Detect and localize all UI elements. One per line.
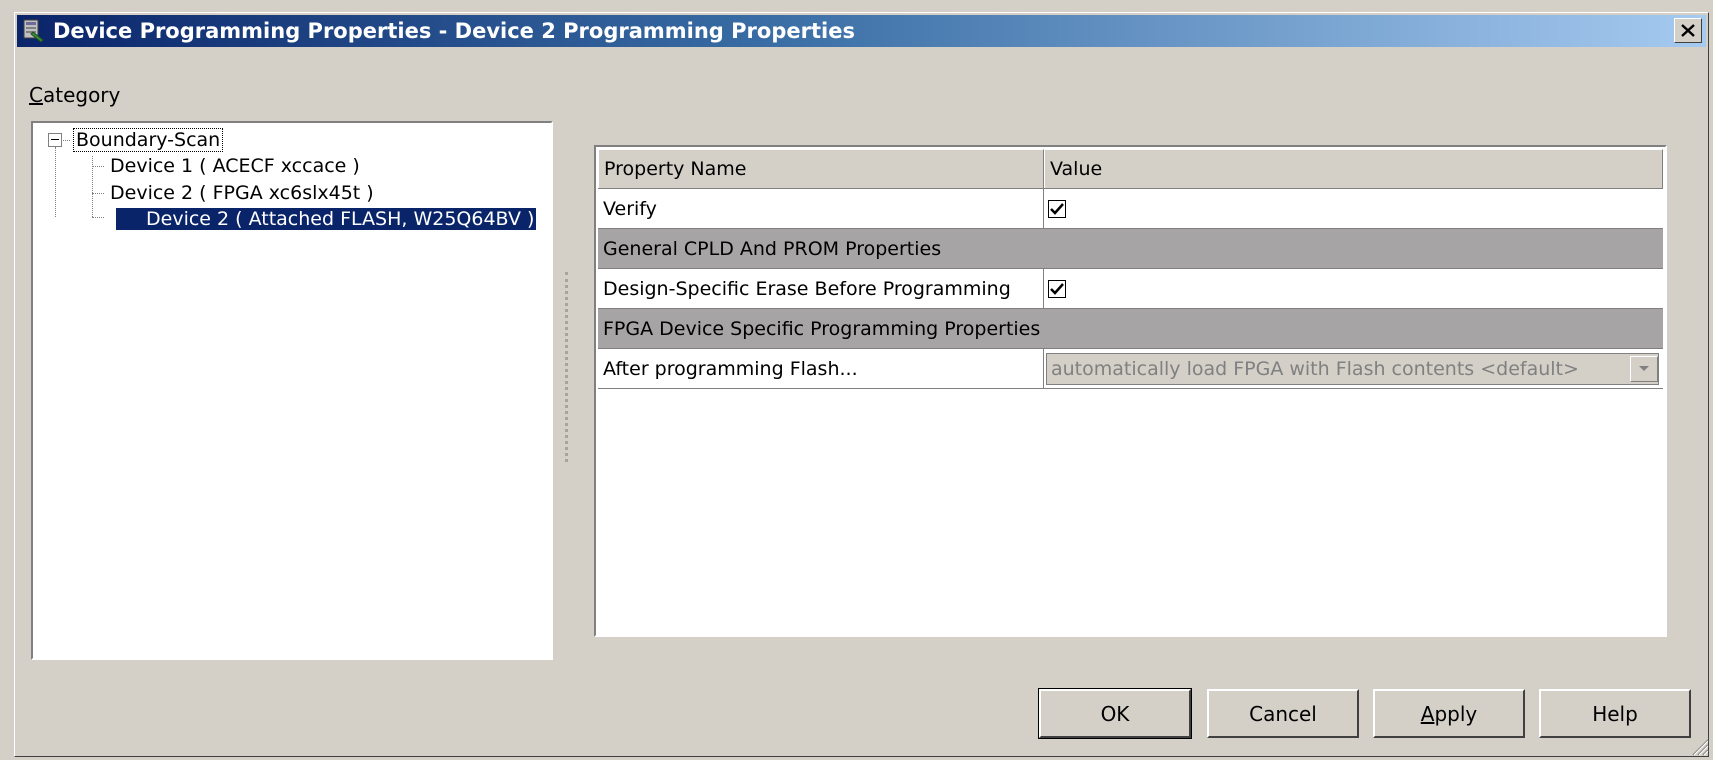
after-programming-dropdown[interactable]: automatically load FPGA with Flash conte…: [1046, 352, 1659, 385]
close-icon: [1681, 24, 1695, 37]
property-value: automatically load FPGA with Flash conte…: [1044, 349, 1663, 388]
tree-item-device1[interactable]: Device 1 ( ACECF xccace ): [110, 154, 360, 178]
tree-line: [92, 217, 104, 218]
tree-item-device2-flash[interactable]: Device 2 ( Attached FLASH, W25Q64BV ): [116, 207, 537, 231]
dropdown-value: automatically load FPGA with Flash conte…: [1051, 357, 1579, 380]
tree-item-label-selected: Device 2 ( Attached FLASH, W25Q64BV ): [116, 208, 537, 230]
close-button[interactable]: [1674, 18, 1702, 43]
cancel-button[interactable]: Cancel: [1207, 689, 1359, 738]
apply-button[interactable]: Apply: [1373, 689, 1525, 738]
property-value: [1044, 269, 1663, 308]
dropdown-button[interactable]: [1630, 355, 1658, 382]
ok-button[interactable]: OK: [1038, 688, 1192, 739]
section-row-cpld-prom: General CPLD And PROM Properties: [598, 229, 1663, 269]
property-name: After programming Flash...: [598, 349, 1044, 388]
column-header-value[interactable]: Value: [1044, 149, 1663, 188]
tree-line: [63, 140, 70, 141]
section-row-fpga: FPGA Device Specific Programming Propert…: [598, 309, 1663, 349]
column-header-name[interactable]: Property Name: [598, 149, 1044, 188]
property-value: [1044, 189, 1663, 228]
tree-line: [92, 193, 104, 194]
category-label-rest: ategory: [42, 83, 121, 107]
apply-accel: A: [1420, 701, 1435, 726]
property-name: Verify: [598, 189, 1044, 228]
category-accel: C: [29, 83, 43, 107]
verify-checkbox[interactable]: [1048, 199, 1066, 218]
collapse-icon[interactable]: [48, 133, 62, 147]
property-grid: Property Name Value Verify General CPLD …: [594, 145, 1667, 637]
property-row-erase: Design-Specific Erase Before Programming: [598, 269, 1663, 309]
grid-header: Property Name Value: [598, 149, 1663, 189]
tree-item-label: Device 2 ( FPGA xc6slx45t ): [110, 182, 374, 204]
section-label: FPGA Device Specific Programming Propert…: [603, 317, 1041, 340]
tree-item-label: Device 1 ( ACECF xccace ): [110, 155, 360, 177]
tree-root-label: Boundary-Scan: [72, 128, 224, 152]
erase-checkbox[interactable]: [1048, 279, 1066, 298]
splitter-handle[interactable]: [565, 272, 568, 462]
help-button[interactable]: Help: [1539, 689, 1691, 738]
property-name: Design-Specific Erase Before Programming: [598, 269, 1044, 308]
tree-line: [92, 166, 104, 167]
tree-root[interactable]: Boundary-Scan: [72, 128, 224, 152]
section-label: General CPLD And PROM Properties: [603, 237, 942, 260]
window-title: Device Programming Properties - Device 2…: [53, 19, 855, 43]
title-bar[interactable]: Device Programming Properties - Device 2…: [17, 15, 1706, 47]
apply-label-rest: pply: [1434, 701, 1478, 726]
chevron-down-icon: [1639, 366, 1649, 371]
tree-line: [55, 147, 56, 217]
property-row-after-programming: After programming Flash... automatically…: [598, 349, 1663, 389]
category-label: Category: [29, 83, 120, 107]
resize-grip-icon[interactable]: [1689, 736, 1709, 756]
tree-item-device2-fpga[interactable]: Device 2 ( FPGA xc6slx45t ): [110, 181, 374, 205]
app-icon: [23, 19, 44, 43]
property-row-verify: Verify: [598, 189, 1663, 229]
category-tree[interactable]: Boundary-Scan Device 1 ( ACECF xccace ) …: [31, 121, 553, 660]
checkmark-icon: [1050, 202, 1064, 215]
checkmark-icon: [1050, 282, 1064, 295]
